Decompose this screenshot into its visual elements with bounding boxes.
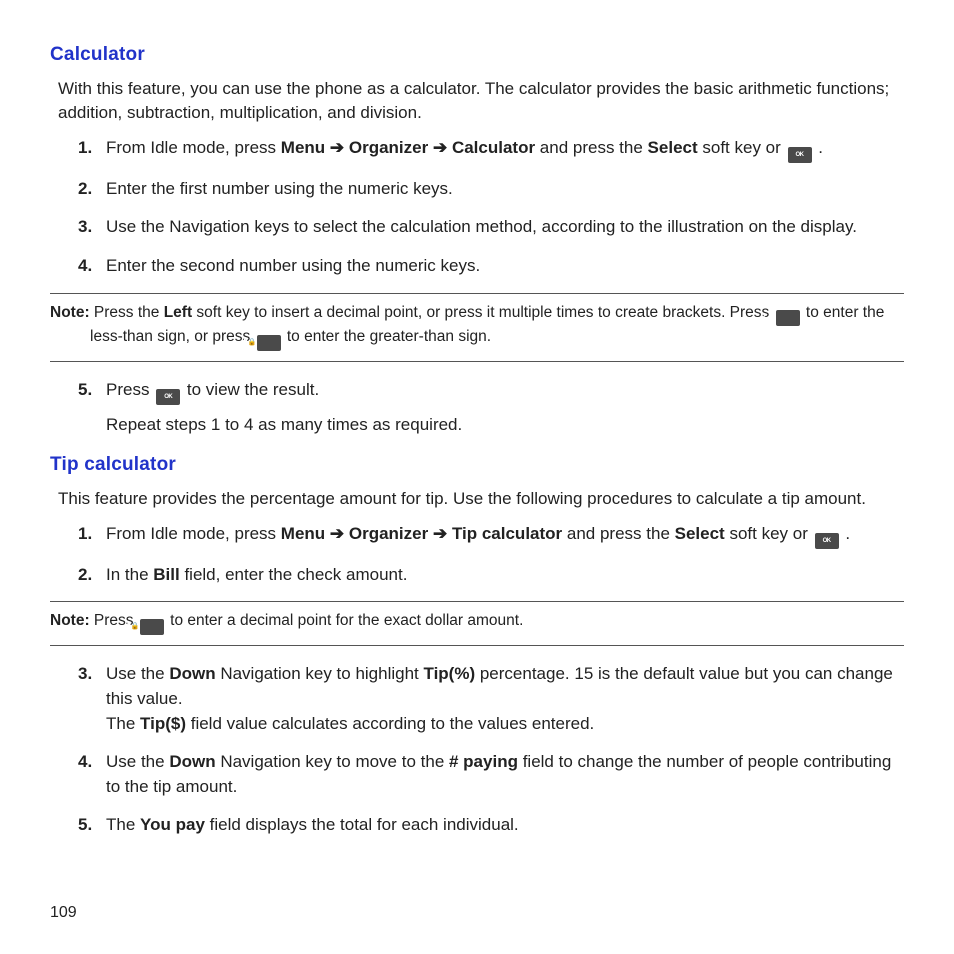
- step-4: 4. Enter the second number using the num…: [50, 254, 904, 279]
- intro-tip: This feature provides the percentage amo…: [58, 487, 904, 512]
- step-text: Use the Down Navigation key to highlight…: [106, 662, 904, 736]
- ok-key-icon: [156, 389, 180, 405]
- step-num: 5.: [78, 378, 106, 403]
- star-key-icon: [257, 335, 281, 351]
- step-num: 5.: [78, 813, 106, 838]
- step-1: 1. From Idle mode, press Menu ➔ Organize…: [50, 522, 904, 549]
- step-num: 2.: [78, 563, 106, 588]
- step-num: 4.: [78, 254, 106, 279]
- step-num: 1.: [78, 522, 106, 547]
- hash-key-icon: [776, 310, 800, 326]
- step-num: 4.: [78, 750, 106, 775]
- step-text: Enter the first number using the numeric…: [106, 177, 904, 202]
- step-text: In the Bill field, enter the check amoun…: [106, 563, 904, 588]
- step-4: 4. Use the Down Navigation key to move t…: [50, 750, 904, 799]
- intro-calculator: With this feature, you can use the phone…: [58, 77, 904, 126]
- note-calculator: Note: Press the Left soft key to insert …: [50, 293, 904, 362]
- step-text: The You pay field displays the total for…: [106, 813, 904, 838]
- page-number: 109: [50, 901, 77, 924]
- step-5-sub: Repeat steps 1 to 4 as many times as req…: [106, 413, 904, 438]
- note-label: Note:: [50, 612, 90, 629]
- step-num: 3.: [78, 662, 106, 687]
- star-key-icon: [140, 619, 164, 635]
- step-text: Use the Navigation keys to select the ca…: [106, 215, 904, 240]
- step-2: 2. Enter the first number using the nume…: [50, 177, 904, 202]
- step-1: 1. From Idle mode, press Menu ➔ Organize…: [50, 136, 904, 163]
- step-text: Enter the second number using the numeri…: [106, 254, 904, 279]
- step-num: 3.: [78, 215, 106, 240]
- step-text: From Idle mode, press Menu ➔ Organizer ➔…: [106, 522, 904, 549]
- step-3: 3. Use the Down Navigation key to highli…: [50, 662, 904, 736]
- steps-calculator-cont: 5. Press to view the result.: [50, 378, 904, 405]
- step-num: 2.: [78, 177, 106, 202]
- heading-tip: Tip calculator: [50, 451, 904, 479]
- steps-tip-cont: 3. Use the Down Navigation key to highli…: [50, 662, 904, 838]
- steps-tip: 1. From Idle mode, press Menu ➔ Organize…: [50, 522, 904, 588]
- heading-calculator: Calculator: [50, 41, 904, 69]
- ok-key-icon: [815, 533, 839, 549]
- step-text: Use the Down Navigation key to move to t…: [106, 750, 904, 799]
- step-5: 5. Press to view the result.: [50, 378, 904, 405]
- step-5: 5. The You pay field displays the total …: [50, 813, 904, 838]
- note-label: Note:: [50, 304, 90, 321]
- step-text: From Idle mode, press Menu ➔ Organizer ➔…: [106, 136, 904, 163]
- ok-key-icon: [788, 147, 812, 163]
- steps-calculator: 1. From Idle mode, press Menu ➔ Organize…: [50, 136, 904, 279]
- step-text: Press to view the result.: [106, 378, 904, 405]
- step-num: 1.: [78, 136, 106, 161]
- note-tip: Note: Press to enter a decimal point for…: [50, 601, 904, 646]
- step-3: 3. Use the Navigation keys to select the…: [50, 215, 904, 240]
- step-2: 2. In the Bill field, enter the check am…: [50, 563, 904, 588]
